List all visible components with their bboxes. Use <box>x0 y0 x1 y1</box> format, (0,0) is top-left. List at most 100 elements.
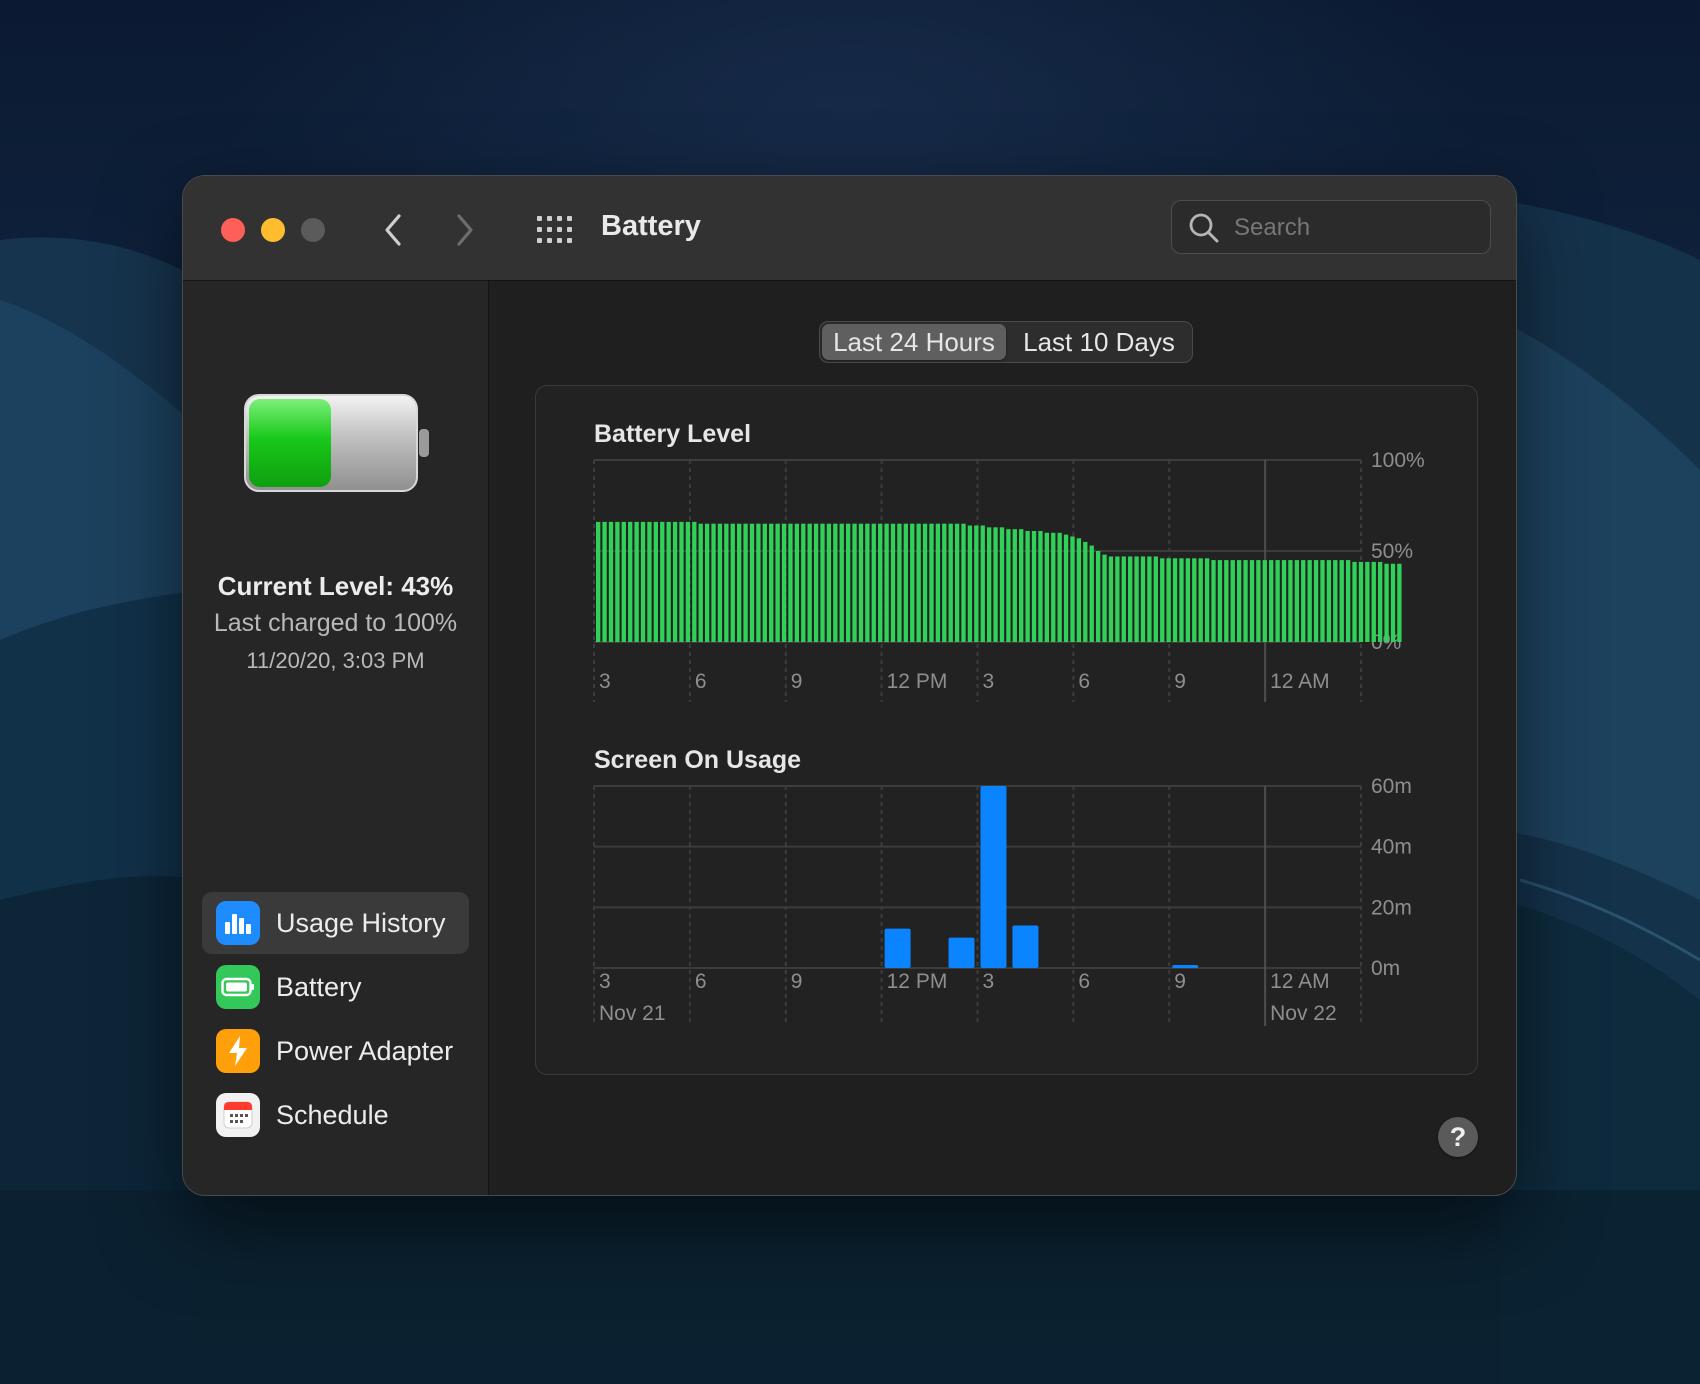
battery-level-bar <box>1211 560 1216 642</box>
battery-level-bar <box>704 523 710 642</box>
battery-level-bar <box>922 523 928 642</box>
battery-level-bar <box>916 523 921 642</box>
battery-level-bar <box>1031 530 1037 642</box>
battery-level-bar <box>615 521 620 642</box>
sidebar-item-label: Usage History <box>276 907 446 938</box>
sidebar-item-usage-history[interactable]: Usage History <box>202 892 469 954</box>
minimize-button[interactable] <box>261 218 285 242</box>
battery-level-bar <box>1012 529 1017 642</box>
battery-level-bar <box>794 523 800 642</box>
battery-level-bar <box>813 523 819 642</box>
date-label: Nov 21 <box>599 1002 666 1025</box>
battery-level-bar <box>1397 563 1402 642</box>
battery-level-bar <box>999 527 1005 642</box>
battery-level-bar <box>781 523 787 642</box>
battery-level-bar <box>737 523 742 642</box>
battery-level-bar <box>1217 560 1223 642</box>
sidebar-item-label: Battery <box>276 971 362 1002</box>
x-tick-label: 6 <box>695 970 707 993</box>
zoom-button[interactable] <box>301 218 325 242</box>
window-title: Battery <box>601 210 701 242</box>
battery-level-bar <box>961 523 966 642</box>
search-field[interactable] <box>1171 200 1491 254</box>
date-label: Nov 22 <box>1270 1002 1337 1025</box>
usage-history-icon <box>216 901 260 945</box>
battery-level-bar <box>993 527 998 642</box>
battery-level-bar <box>1358 561 1364 642</box>
battery-level-bar <box>1275 560 1280 642</box>
battery-level-bar <box>1345 560 1351 642</box>
battery-level-bar <box>1371 561 1376 642</box>
battery-level-bar <box>1006 529 1011 642</box>
battery-level-bar <box>948 523 953 642</box>
battery-level-bar <box>884 523 889 642</box>
battery-level-bar <box>1390 563 1396 642</box>
battery-level-bar <box>1294 560 1299 642</box>
battery-level-bar <box>1166 558 1171 642</box>
battery-level-bar <box>910 523 915 642</box>
battery-level-bar <box>801 523 806 642</box>
battery-level-bar <box>628 521 633 642</box>
help-button[interactable]: ? <box>1438 1117 1478 1157</box>
search-input[interactable] <box>1232 209 1476 247</box>
battery-level-bar <box>1038 530 1043 642</box>
sidebar-item-battery[interactable]: Battery <box>202 956 469 1018</box>
battery-level-bar <box>871 523 876 642</box>
battery-level-bar <box>1102 554 1107 642</box>
battery-level-bar <box>1070 536 1075 642</box>
battery-level-bar <box>672 521 678 642</box>
battery-level-bar <box>621 521 626 642</box>
y-tick-label: 50% <box>1371 540 1413 563</box>
battery-level-bar <box>1134 556 1139 642</box>
forward-button[interactable] <box>443 206 487 254</box>
back-button[interactable] <box>371 206 415 254</box>
battery-icon <box>216 965 260 1009</box>
close-button[interactable] <box>221 218 245 242</box>
last-charged-time: 11/20/20, 3:03 PM <box>246 648 425 673</box>
show-all-button[interactable] <box>533 208 577 252</box>
battery-level-bar <box>596 521 601 642</box>
usage-charts: 100%50%0%3 6 9 12 PM 3 6 9 12 AM60m40m20m0m3 6 9 1… <box>593 449 1425 1026</box>
y-tick-label: 100% <box>1371 449 1425 472</box>
battery-level-bar <box>788 523 793 642</box>
battery-level-bar <box>1365 561 1370 642</box>
time-range-segmented-control: Last 24 Hours Last 10 Days <box>819 321 1193 363</box>
tab-last-10-days[interactable]: Last 10 Days <box>1008 324 1190 360</box>
battery-level-bar <box>865 523 870 642</box>
battery-level-bar <box>826 523 832 642</box>
tab-last-24-hours[interactable]: Last 24 Hours <box>822 324 1006 360</box>
x-tick-label: 12 AM <box>1270 670 1330 693</box>
battery-level-bar <box>839 523 844 642</box>
screen-usage-bar <box>1172 964 1199 968</box>
battery-level-bar <box>858 523 864 642</box>
battery-level-bar <box>974 525 979 642</box>
sidebar-item-schedule[interactable]: Schedule <box>202 1084 469 1146</box>
sidebar-item-power-adapter[interactable]: Power Adapter <box>202 1020 469 1082</box>
battery-level-bar <box>1192 558 1197 642</box>
battery-level-bar <box>1115 556 1120 642</box>
battery-level-bar <box>1384 563 1389 642</box>
battery-level-bar <box>660 521 665 642</box>
titlebar: Battery <box>183 176 1516 281</box>
battery-level-bar <box>1269 560 1274 642</box>
x-tick-label: 9 <box>791 970 803 993</box>
battery-level-bar <box>1063 534 1069 642</box>
battery-level-bar <box>1224 560 1229 642</box>
battery-level-bar <box>717 523 723 642</box>
x-tick-label: 3 <box>983 670 995 693</box>
battery-level-bar <box>1153 556 1158 642</box>
x-tick-label: 12 PM <box>887 670 948 693</box>
battery-level-bar <box>1089 545 1094 642</box>
battery-level-bar <box>1307 560 1312 642</box>
battery-level-bar <box>1083 541 1088 642</box>
battery-level-bar <box>698 523 703 642</box>
current-level-text: Current Level: 43% <box>217 571 454 601</box>
screen-usage-bar <box>948 937 975 968</box>
battery-level-bar <box>685 521 691 642</box>
battery-level-bar <box>692 521 697 642</box>
battery-level-bar <box>1057 532 1062 642</box>
show-all-grid-icon <box>537 216 572 243</box>
battery-level-bar <box>1256 560 1261 642</box>
battery-level-bar <box>1204 558 1210 642</box>
battery-level-bar <box>1185 558 1191 642</box>
